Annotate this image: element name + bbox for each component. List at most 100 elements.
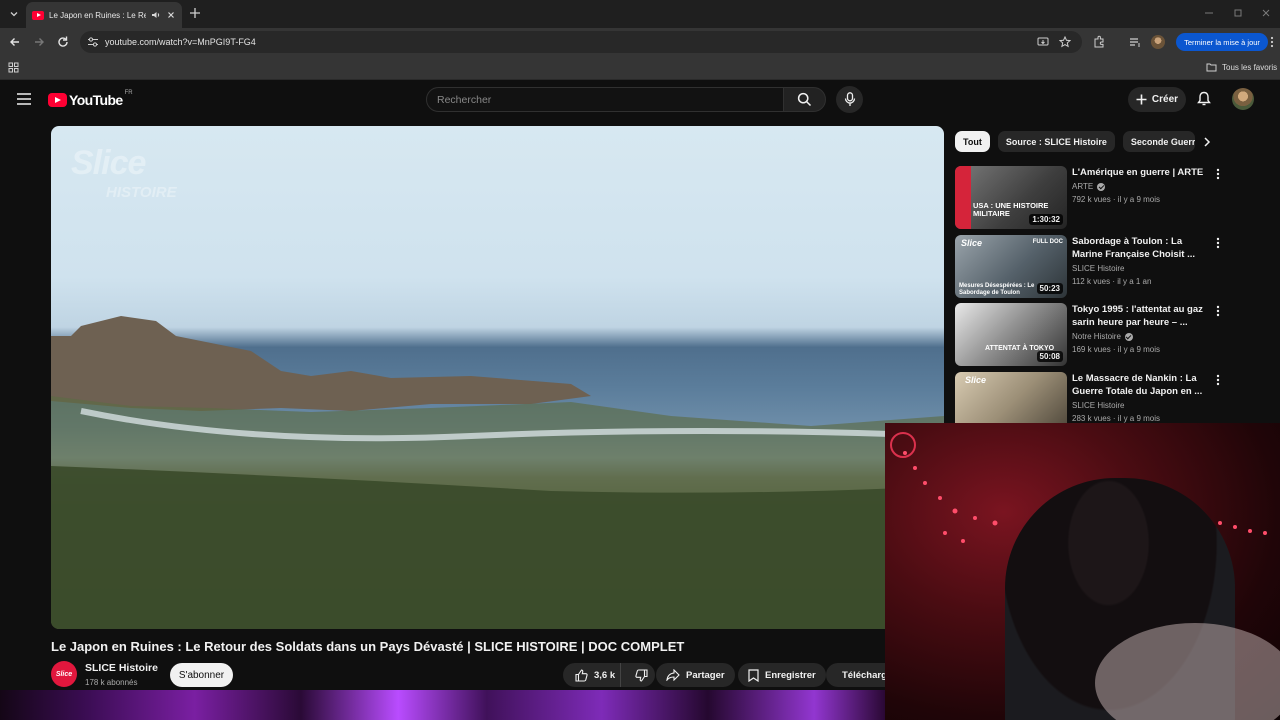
country-code: FR <box>124 90 133 96</box>
media-control-icon[interactable] <box>1128 35 1142 49</box>
dislike-button[interactable] <box>627 668 648 682</box>
thumbnail-logo: Slice <box>965 375 987 385</box>
thumbs-up-icon <box>575 668 588 682</box>
apps-grid-icon[interactable] <box>8 62 19 73</box>
chevron-down-icon <box>10 12 18 17</box>
verified-icon <box>1097 182 1106 191</box>
chip-source-slice[interactable]: Source : SLICE Histoire <box>997 131 1115 152</box>
channel-watermark-sub: HISTOIRE <box>106 184 177 201</box>
arte-band <box>955 166 971 229</box>
bookmark-star-icon[interactable] <box>1059 36 1071 48</box>
youtube-header: YouTube FR Rechercher Créer <box>0 80 1280 120</box>
filter-chips: Tout Source : SLICE Histoire Seconde Gue… <box>955 131 1195 152</box>
video-thumbnail[interactable]: Slice FULL DOC Mesures Désespérées : Le … <box>955 235 1067 298</box>
more-options-icon[interactable] <box>1216 374 1220 386</box>
menu-icon[interactable] <box>17 93 31 105</box>
like-count: 3,6 k <box>594 669 616 681</box>
video-thumbnail[interactable]: USA : UNE HISTOIRE MILITAIRE 1:30:32 <box>955 166 1067 229</box>
channel-name[interactable]: SLICE Histoire <box>85 662 158 674</box>
recommended-title[interactable]: L'Amérique en guerre | ARTE <box>1072 166 1210 179</box>
create-button[interactable]: Créer <box>1128 87 1186 112</box>
site-info-icon[interactable] <box>87 36 99 48</box>
chip-all[interactable]: Tout <box>955 131 990 152</box>
video-player[interactable]: Slice HISTOIRE <box>51 126 944 629</box>
microphone-icon <box>844 92 855 106</box>
thumbnail-logo: Slice <box>961 238 983 248</box>
thumbnail-badge: FULL DOC <box>1032 239 1063 245</box>
close-window-icon[interactable] <box>1260 7 1272 19</box>
recommended-meta: 792 k vues · il y a 9 mois <box>1072 195 1161 204</box>
forward-icon[interactable] <box>32 35 46 49</box>
recommended-meta: 283 k vues · il y a 9 mois <box>1072 414 1161 423</box>
youtube-favicon-icon <box>32 10 44 20</box>
account-avatar[interactable] <box>1232 88 1254 110</box>
video-thumbnail[interactable]: ATTENTAT À TOKYO 50:08 <box>955 303 1067 366</box>
chevron-right-icon[interactable] <box>1201 136 1213 148</box>
all-bookmarks-folder[interactable]: Tous les favoris <box>1206 62 1277 72</box>
restore-icon[interactable] <box>1232 7 1244 19</box>
subscriber-count: 178 k abonnés <box>85 678 138 687</box>
minimize-icon[interactable] <box>1203 7 1215 19</box>
browser-menu-icon[interactable] <box>1270 36 1274 48</box>
recommended-channel[interactable]: Notre Histoire <box>1072 332 1133 341</box>
recommended-meta: 112 k vues · il y a 1 an <box>1072 277 1152 286</box>
channel-watermark: Slice <box>71 144 146 182</box>
speaker-icon[interactable] <box>151 10 161 20</box>
profile-avatar[interactable] <box>1151 35 1165 49</box>
more-options-icon[interactable] <box>1216 237 1220 249</box>
close-tab-icon[interactable] <box>166 10 176 20</box>
create-label: Créer <box>1151 94 1179 105</box>
channel-label: ARTE <box>1072 182 1094 191</box>
url-text: youtube.com/watch?v=MnPGI9T-FG4 <box>105 37 256 47</box>
video-duration: 50:23 <box>1036 283 1063 294</box>
browser-tabstrip: Le Japon en Ruines : Le Retour des Solda… <box>0 0 1280 28</box>
verified-icon <box>1124 332 1133 341</box>
search-input[interactable]: Rechercher <box>426 87 784 112</box>
notifications-bell-icon[interactable] <box>1197 91 1211 107</box>
recommended-video[interactable]: Slice FULL DOC Mesures Désespérées : Le … <box>955 235 1235 299</box>
save-label: Enregistrer <box>765 669 816 681</box>
search-button[interactable] <box>783 87 826 112</box>
channel-label: SLICE Histoire <box>1072 401 1125 410</box>
recommended-title[interactable]: Sabordage à Toulon : La Marine Française… <box>1072 235 1210 261</box>
channel-label: SLICE Histoire <box>1072 264 1125 273</box>
subscribe-button[interactable]: S'abonner <box>170 663 233 687</box>
video-duration: 50:08 <box>1036 351 1063 362</box>
bookmark-icon <box>748 668 759 682</box>
webcam-overlay <box>885 423 1280 720</box>
recommended-title[interactable]: Le Massacre de Nankin : La Guerre Totale… <box>1072 372 1210 398</box>
recommended-video[interactable]: USA : UNE HISTOIRE MILITAIRE 1:30:32 L'A… <box>955 166 1235 230</box>
address-bar[interactable]: youtube.com/watch?v=MnPGI9T-FG4 <box>80 31 1082 53</box>
voice-search-button[interactable] <box>836 86 863 113</box>
browser-tab[interactable]: Le Japon en Ruines : Le Retour des Solda… <box>26 2 182 28</box>
folder-icon <box>1206 63 1217 72</box>
recommended-meta: 169 k vues · il y a 9 mois <box>1072 345 1161 354</box>
share-label: Partager <box>686 669 725 681</box>
thumbs-down-icon <box>635 668 648 682</box>
youtube-logo[interactable]: YouTube FR <box>48 90 133 108</box>
channel-label: Notre Histoire <box>1072 332 1121 341</box>
back-icon[interactable] <box>8 35 22 49</box>
recommended-video[interactable]: ATTENTAT À TOKYO 50:08 Tokyo 1995 : l'at… <box>955 303 1235 367</box>
more-options-icon[interactable] <box>1216 305 1220 317</box>
share-button[interactable]: Partager <box>656 663 735 687</box>
new-tab-icon[interactable] <box>188 6 202 20</box>
download-button[interactable]: Télécharger <box>826 663 888 687</box>
like-button[interactable]: 3,6 k <box>563 663 621 687</box>
recommended-channel[interactable]: SLICE Histoire <box>1072 401 1124 410</box>
save-button[interactable]: Enregistrer <box>738 663 826 687</box>
video-title: Le Japon en Ruines : Le Retour des Solda… <box>51 639 685 654</box>
channel-avatar[interactable]: Slice <box>51 661 77 687</box>
chip-ww2[interactable]: Seconde Guerre mondiale <box>1122 131 1195 152</box>
reload-icon[interactable] <box>56 35 70 49</box>
tab-search-button[interactable] <box>4 4 24 24</box>
recommended-channel[interactable]: ARTE <box>1072 182 1106 191</box>
video-frame-scene <box>51 316 944 629</box>
recommended-channel[interactable]: SLICE Histoire <box>1072 264 1124 273</box>
more-options-icon[interactable] <box>1216 168 1220 180</box>
recommended-title[interactable]: Tokyo 1995 : l'attentat au gaz sarin heu… <box>1072 303 1210 329</box>
install-app-icon[interactable] <box>1037 36 1049 48</box>
extensions-icon[interactable] <box>1092 35 1106 49</box>
share-icon <box>666 669 680 681</box>
update-button[interactable]: Terminer la mise à jour <box>1176 33 1268 51</box>
